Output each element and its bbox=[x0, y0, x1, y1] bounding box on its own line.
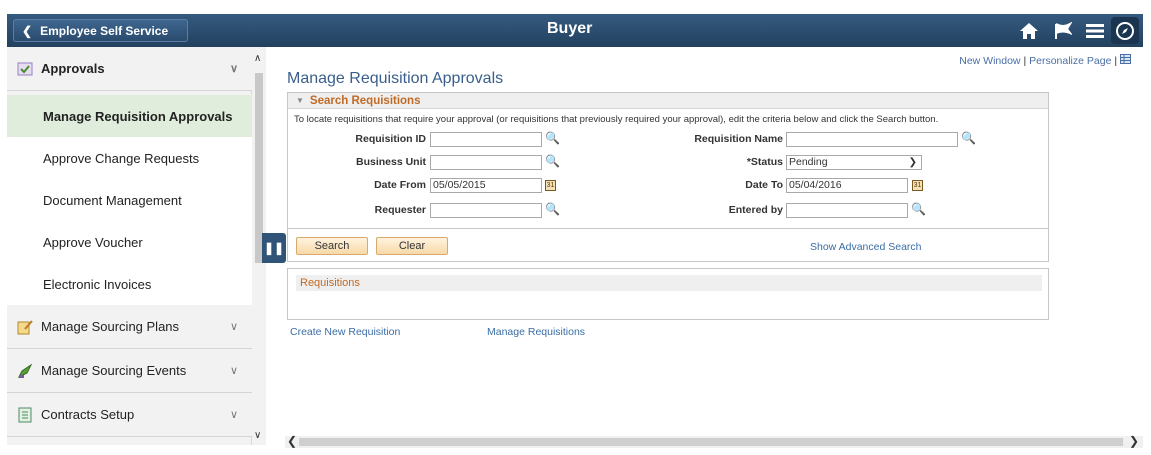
date-from-calendar-icon[interactable]: 31 bbox=[545, 180, 556, 191]
sidebar-group-label: Contracts Setup bbox=[41, 407, 135, 422]
entered-by-input[interactable] bbox=[786, 203, 908, 218]
requisition-name-input[interactable] bbox=[786, 132, 958, 147]
contracts-icon bbox=[17, 407, 33, 423]
search-requisitions-panel: ▼ Search Requisitions To locate requisit… bbox=[287, 92, 1049, 262]
page-header-title: Buyer bbox=[547, 20, 593, 37]
status-selected-value: Pending bbox=[789, 156, 828, 168]
new-window-link[interactable]: New Window bbox=[959, 55, 1020, 67]
sourcing-plans-icon bbox=[17, 319, 33, 335]
chevron-down-icon: ❯ bbox=[908, 157, 917, 168]
create-new-requisition-link[interactable]: Create New Requisition bbox=[290, 326, 400, 338]
sidebar-item-document-management[interactable]: Document Management bbox=[7, 179, 252, 221]
business-unit-lookup-icon[interactable]: 🔍 bbox=[545, 154, 560, 168]
search-section-header[interactable]: ▼ Search Requisitions bbox=[288, 93, 1048, 109]
manage-requisitions-link[interactable]: Manage Requisitions bbox=[487, 326, 585, 338]
sidebar-item-label: Approve Change Requests bbox=[43, 150, 200, 166]
sidebar-item-label: Manage Requisition Approvals bbox=[43, 108, 233, 124]
requisition-name-label: Requisition Name bbox=[694, 133, 783, 145]
page-title: Manage Requisition Approvals bbox=[287, 70, 504, 87]
sourcing-events-icon bbox=[17, 363, 33, 379]
scroll-left-icon[interactable]: ❮ bbox=[287, 434, 297, 448]
sidebar-group-label: Approvals bbox=[41, 61, 105, 76]
chevron-down-icon: ∨ bbox=[229, 63, 238, 75]
status-select[interactable]: Pending ❯ bbox=[786, 155, 922, 170]
date-to-label: Date To bbox=[745, 179, 783, 191]
employee-self-service-back-button[interactable]: ❮ Employee Self Service bbox=[13, 19, 188, 42]
scrollbar-thumb[interactable] bbox=[299, 438, 1123, 446]
chevron-down-icon: ∨ bbox=[229, 321, 238, 333]
link-separator: | bbox=[1023, 55, 1027, 67]
home-icon[interactable] bbox=[1013, 14, 1045, 47]
sidebar-item-electronic-invoices[interactable]: Electronic Invoices bbox=[7, 263, 252, 305]
sidebar: Approvals ∨ Manage Requisition Approvals… bbox=[7, 47, 252, 445]
search-instructions: To locate requisitions that require your… bbox=[294, 114, 939, 125]
search-section-title: Search Requisitions bbox=[309, 94, 421, 107]
date-to-calendar-icon[interactable]: 31 bbox=[912, 180, 923, 191]
requisition-id-lookup-icon[interactable]: 🔍 bbox=[545, 131, 560, 145]
menu-icon[interactable] bbox=[1079, 14, 1111, 47]
search-button[interactable]: Search bbox=[296, 237, 368, 255]
clear-button[interactable]: Clear bbox=[376, 237, 448, 255]
business-unit-input[interactable] bbox=[430, 155, 542, 170]
date-from-label: Date From bbox=[374, 179, 426, 191]
date-from-input[interactable]: 05/05/2015 bbox=[430, 178, 542, 193]
app-header: ❮ Employee Self Service Buyer bbox=[7, 14, 1143, 47]
scroll-up-icon[interactable]: ∧ bbox=[254, 53, 261, 64]
horizontal-scrollbar[interactable]: ❮ ❯ bbox=[285, 434, 1143, 448]
requisition-name-lookup-icon[interactable]: 🔍 bbox=[961, 131, 976, 145]
requester-input[interactable] bbox=[430, 203, 542, 218]
sidebar-group-manage-sourcing-plans[interactable]: Manage Sourcing Plans ∨ bbox=[7, 305, 252, 349]
requisitions-header: Requisitions bbox=[296, 275, 1042, 291]
date-to-input[interactable]: 05/04/2016 bbox=[786, 178, 908, 193]
sidebar-group-manage-sourcing-events[interactable]: Manage Sourcing Events ∨ bbox=[7, 349, 252, 393]
sidebar-item-label: Approve Voucher bbox=[43, 234, 143, 250]
entered-by-label: Entered by bbox=[728, 204, 783, 216]
scroll-down-icon[interactable]: ∨ bbox=[254, 430, 261, 441]
collapse-sidebar-button[interactable]: ❚❚ bbox=[262, 233, 286, 263]
entered-by-lookup-icon[interactable]: 🔍 bbox=[911, 202, 926, 216]
chevron-down-icon: ∨ bbox=[229, 409, 238, 421]
top-links: New Window | Personalize Page | bbox=[959, 54, 1131, 67]
flag-icon[interactable] bbox=[1047, 14, 1079, 47]
business-unit-label: Business Unit bbox=[355, 156, 426, 168]
approvals-icon bbox=[17, 61, 33, 77]
link-separator: | bbox=[1114, 55, 1118, 67]
sidebar-item-approve-change-requests[interactable]: Approve Change Requests bbox=[7, 137, 252, 179]
sidebar-item-label: Document Management bbox=[43, 192, 182, 208]
requisition-id-input[interactable] bbox=[430, 132, 542, 147]
back-button-label: Employee Self Service bbox=[40, 23, 169, 38]
search-button-row: Search Clear Show Advanced Search bbox=[288, 228, 1048, 262]
sidebar-group-contracts-setup[interactable]: Contracts Setup ∨ bbox=[7, 393, 252, 437]
chevron-down-icon: ∨ bbox=[229, 365, 238, 377]
requester-label: Requester bbox=[374, 204, 426, 216]
scroll-right-icon[interactable]: ❯ bbox=[1129, 434, 1139, 448]
sidebar-item-approve-voucher[interactable]: Approve Voucher bbox=[7, 221, 252, 263]
navigator-icon[interactable] bbox=[1111, 17, 1139, 44]
sidebar-group-label: Manage Sourcing Plans bbox=[41, 319, 180, 334]
requisition-id-label: Requisition ID bbox=[355, 133, 426, 145]
requisitions-panel: Requisitions bbox=[287, 268, 1049, 320]
show-advanced-search-link[interactable]: Show Advanced Search bbox=[810, 241, 922, 253]
pause-icon: ❚❚ bbox=[263, 241, 285, 255]
sidebar-group-approvals[interactable]: Approvals ∨ bbox=[7, 47, 252, 91]
sidebar-group-label: Manage Sourcing Events bbox=[41, 363, 187, 378]
status-label: *Status bbox=[746, 156, 783, 168]
requester-lookup-icon[interactable]: 🔍 bbox=[545, 202, 560, 216]
chevron-left-icon: ❮ bbox=[22, 23, 33, 38]
personalize-page-link[interactable]: Personalize Page bbox=[1029, 55, 1111, 67]
grid-icon[interactable] bbox=[1120, 54, 1131, 67]
sidebar-item-manage-requisition-approvals[interactable]: Manage Requisition Approvals bbox=[7, 95, 252, 137]
collapse-triangle-icon[interactable]: ▼ bbox=[296, 96, 304, 105]
sidebar-item-label: Electronic Invoices bbox=[43, 276, 152, 292]
